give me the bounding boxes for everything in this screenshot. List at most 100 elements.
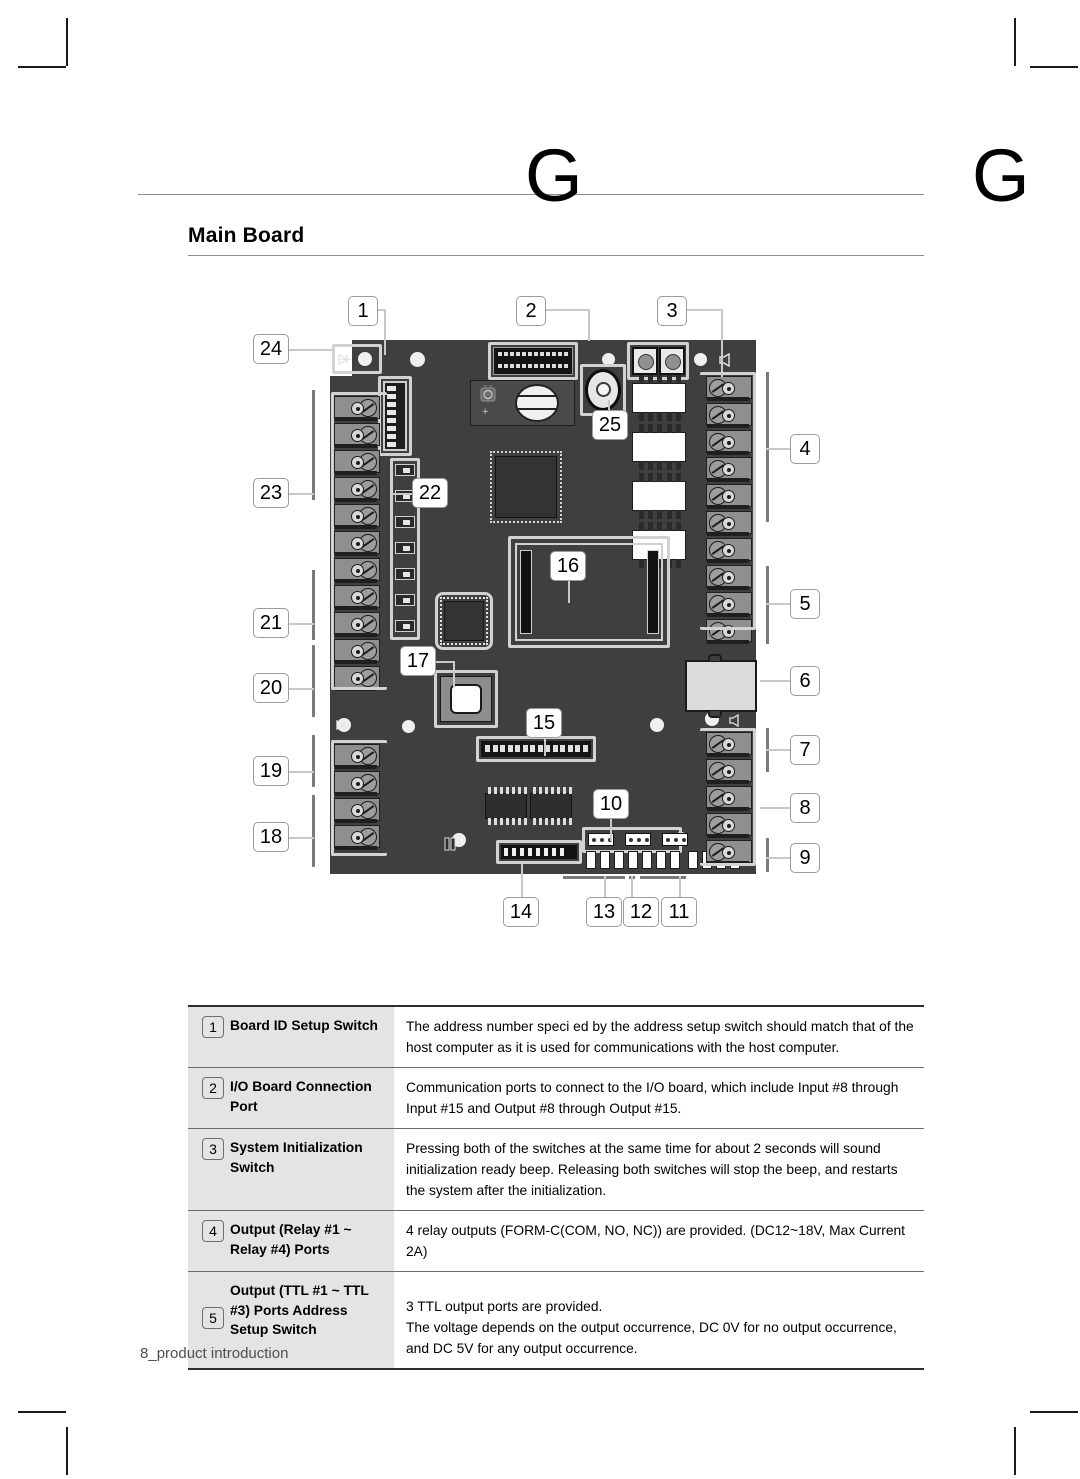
- table-row-3: 3 System Initialization Switch Pressing …: [188, 1128, 924, 1211]
- mount-hole-bottom: [452, 833, 466, 847]
- left-terminal-8: [334, 585, 380, 610]
- table-row-1-name: Board ID Setup Switch: [230, 1005, 394, 1068]
- right-terminal-14: [706, 813, 752, 838]
- table-row-2-numbox: 2: [202, 1077, 224, 1099]
- callout-15[interactable]: 15: [526, 708, 562, 738]
- left-terminal-10: [334, 639, 380, 664]
- bracket-12: [629, 876, 635, 879]
- callout-5[interactable]: 5: [790, 589, 820, 619]
- battery-symbol-icon: [480, 385, 496, 402]
- table-row-1: 1 Board ID Setup Switch The address numb…: [188, 1005, 924, 1068]
- right-terminal-11: [706, 732, 752, 757]
- right-terminal-2: [706, 403, 752, 428]
- leader-17-v: [453, 661, 455, 687]
- callout-6[interactable]: 6: [790, 666, 820, 696]
- callout-10[interactable]: 10: [593, 789, 629, 819]
- speaker-icon-top-right: [719, 353, 730, 367]
- right-terminal-4: [706, 457, 752, 482]
- table-row-1-desc: The address number speci ed by the addre…: [394, 1005, 924, 1068]
- callout-18[interactable]: 18: [253, 822, 289, 852]
- right-terminal-15: [706, 840, 752, 865]
- callout-25[interactable]: 25: [592, 410, 628, 440]
- right-terminal-8: [706, 565, 752, 590]
- callout-9[interactable]: 9: [790, 843, 820, 873]
- callout-7[interactable]: 7: [790, 735, 820, 765]
- table-row-1-numbox: 1: [202, 1016, 224, 1038]
- mount-hole-bottom-right: [674, 832, 688, 846]
- table-row-2-name: I/O Board Connection Port: [230, 1067, 394, 1129]
- leader-11-v: [679, 876, 681, 898]
- relay-4: [632, 522, 686, 568]
- leader-21-h: [286, 623, 314, 625]
- system-init-switch-b: [659, 347, 685, 375]
- callout-8[interactable]: 8: [790, 793, 820, 823]
- ttl-connector-2: [625, 833, 651, 846]
- highlight-backup-battery: [580, 364, 626, 416]
- footer-page-number: 8_: [140, 1345, 157, 1362]
- battery-holder-slot-2: [517, 408, 557, 410]
- table-row-5-numbox: 5: [202, 1307, 224, 1329]
- jumper-5: [395, 568, 415, 580]
- crop-mark-bottom-left-h: [18, 1411, 66, 1413]
- callout-14[interactable]: 14: [503, 897, 539, 927]
- callout-12[interactable]: 12: [623, 897, 659, 927]
- callout-4[interactable]: 4: [790, 434, 820, 464]
- memory-socket-frame: [515, 543, 663, 641]
- table-row-4: 4 Output (Relay #1 ~ Relay #4) Ports 4 r…: [188, 1210, 924, 1272]
- leader-15-v: [544, 738, 546, 756]
- callout-11[interactable]: 11: [661, 897, 697, 927]
- left-terminal-13: [334, 771, 380, 796]
- left-terminal-1: [334, 396, 380, 421]
- right-terminal-10: [706, 619, 752, 644]
- highlight-left-terminals-upper: [331, 392, 387, 690]
- footer-label: product introduction: [156, 1345, 289, 1362]
- ttl-connector-3: [662, 833, 688, 846]
- callout-17[interactable]: 17: [400, 646, 436, 676]
- callout-22[interactable]: 22: [412, 478, 448, 508]
- bracket-19: [312, 735, 315, 787]
- leader-16-v: [568, 581, 570, 603]
- callout-23[interactable]: 23: [253, 478, 289, 508]
- callout-16[interactable]: 16: [550, 551, 586, 581]
- callout-24[interactable]: 24: [253, 334, 289, 364]
- crop-mark-bottom-right-v: [1014, 1427, 1016, 1475]
- highlight-right-terminals-lower: [700, 728, 756, 866]
- table-row-4-desc: 4 relay outputs (FORM-C(COM, NO, NC)) ar…: [394, 1210, 924, 1272]
- callout-2[interactable]: 2: [516, 296, 546, 326]
- bracket-21: [312, 570, 315, 640]
- leader-18-h: [286, 837, 314, 839]
- highlight-ttl-connectors: [582, 827, 682, 853]
- memory-socket-pins-right: [647, 550, 659, 634]
- led-indicator-top-right: [694, 353, 707, 366]
- table-row-3-num-cell: 3: [188, 1128, 230, 1211]
- callout-20[interactable]: 20: [253, 673, 289, 703]
- pin-header-15: [481, 741, 591, 757]
- battery-holder-slot-1: [517, 395, 557, 397]
- bottom-pin-bank-11: [688, 851, 740, 869]
- crop-mark-top-right-h: [1030, 66, 1078, 68]
- callout-21[interactable]: 21: [253, 608, 289, 638]
- left-terminal-15: [334, 825, 380, 850]
- leader-13-v: [604, 876, 606, 898]
- bracket-13: [563, 876, 625, 879]
- table-row-3-numbox: 3: [202, 1138, 224, 1160]
- highlight-memory-socket: [508, 536, 670, 648]
- leader-3-h: [687, 309, 723, 311]
- leader-8-h: [760, 807, 790, 809]
- small-qfp-ic: [444, 601, 484, 641]
- left-terminal-6: [334, 531, 380, 556]
- page-header: G G: [0, 130, 1080, 217]
- right-terminal-12: [706, 759, 752, 784]
- highlight-right-terminals-upper: [700, 372, 756, 630]
- diode-symbol-24: [338, 354, 351, 365]
- callout-19[interactable]: 19: [253, 756, 289, 786]
- callout-13[interactable]: 13: [586, 897, 622, 927]
- relay-3: [632, 473, 686, 519]
- pcb-corner-notch: [330, 340, 352, 376]
- mount-hole-center-right: [650, 718, 664, 732]
- callout-1[interactable]: 1: [348, 296, 378, 326]
- callout-3[interactable]: 3: [657, 296, 687, 326]
- header-letter-right: G: [972, 134, 1030, 217]
- table-row-3-name: System Initialization Switch: [230, 1128, 394, 1211]
- left-terminal-7: [334, 558, 380, 583]
